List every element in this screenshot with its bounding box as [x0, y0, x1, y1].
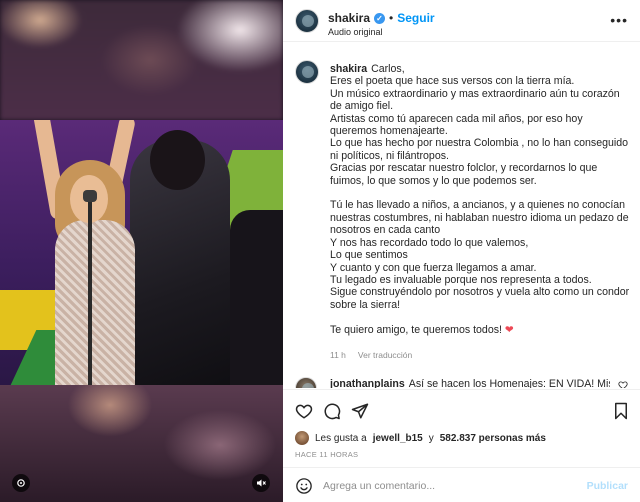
caption-meta: 11 h Ver traducción: [330, 350, 412, 360]
caption-time: 11 h: [330, 350, 346, 360]
avatar[interactable]: [295, 431, 309, 445]
more-options-icon[interactable]: •••: [610, 12, 628, 28]
avatar[interactable]: [295, 377, 317, 388]
comment-item: jonathanplains Así se hacen los Homenajes…: [330, 378, 610, 388]
caption-spacer: [330, 187, 630, 199]
media-blur-bottom: [0, 385, 283, 502]
follow-button[interactable]: Seguir: [397, 11, 434, 25]
comment-icon[interactable]: [323, 402, 341, 420]
caption-line: Tu legado es invaluable porque nos repre…: [330, 273, 592, 286]
mute-button[interactable]: [252, 474, 270, 492]
post-header: shakira ✓ • Seguir Audio original •••: [283, 0, 640, 42]
speaker-muted-icon: [257, 479, 266, 487]
play-icon: [17, 479, 25, 487]
bookmark-icon[interactable]: [612, 402, 630, 420]
liker-username[interactable]: jewell_b15: [373, 433, 423, 444]
see-translation-link[interactable]: Ver traducción: [358, 350, 412, 360]
likes-summary: Les gusta a jewell_b15 y 582.837 persona…: [295, 431, 546, 445]
separator-dot: •: [389, 11, 394, 25]
publish-button[interactable]: Publicar: [587, 480, 628, 492]
post-caption: shakira Carlos, Eres el poeta que hace su…: [330, 63, 630, 336]
caption-text: Te quiero amigo, te queremos todos!: [330, 323, 502, 336]
avatar[interactable]: [295, 60, 319, 84]
caption-line: Lo que sentimos: [330, 249, 408, 262]
caption-line-last: Te quiero amigo, te queremos todos! ❤: [330, 324, 630, 336]
comments-section[interactable]: shakira Carlos, Eres el poeta que hace su…: [283, 43, 640, 388]
person-figure: [150, 130, 205, 190]
caption-line: Sigue construyéndolo por nosotros y vuel…: [330, 286, 633, 311]
action-bar: [283, 389, 640, 431]
likes-prefix: Les gusta a: [315, 432, 367, 444]
video-frame[interactable]: [0, 120, 283, 385]
audio-link[interactable]: Audio original: [328, 27, 383, 37]
caption-line: Y cuanto y con que fuerza llegamos a ama…: [330, 261, 537, 274]
post-timestamp: HACE 11 HORAS: [295, 450, 359, 459]
heart-emoji-icon: ❤: [504, 323, 514, 336]
comment-composer: Publicar: [283, 467, 640, 502]
play-button[interactable]: [12, 474, 30, 492]
comment-username[interactable]: jonathanplains: [330, 378, 405, 388]
comment-text: Así se hacen los Homenajes: EN VIDA! Mis…: [408, 378, 610, 388]
header-user-row: shakira ✓ • Seguir: [328, 11, 435, 25]
emoji-icon[interactable]: [295, 477, 313, 495]
comment-input[interactable]: [323, 476, 573, 496]
caption-line-0: shakira Carlos,: [330, 63, 630, 75]
post-media[interactable]: [0, 0, 283, 502]
person-figure: [55, 220, 135, 385]
caption-text: Carlos,: [371, 63, 405, 75]
share-icon[interactable]: [351, 402, 369, 420]
caption-line: Y nos has recordado todo lo que valemos,: [330, 236, 529, 249]
caption-spacer: [330, 311, 630, 323]
media-blur-top: [0, 0, 283, 120]
caption-line: Gracias por rescatar nuestro folclor, y …: [330, 162, 601, 187]
microphone-stand: [88, 195, 92, 385]
likes-connector: y: [428, 432, 434, 444]
caption-line: Artistas como tú aparecen cada mil años,…: [330, 112, 586, 138]
avatar[interactable]: [295, 9, 319, 33]
verified-icon: ✓: [374, 12, 386, 24]
caption-line: Eres el poeta que hace sus versos con la…: [330, 75, 575, 88]
microphone: [83, 190, 97, 202]
comment-like-icon[interactable]: [618, 380, 628, 388]
heart-icon[interactable]: [295, 402, 313, 420]
caption-line: Lo que has hecho por nuestra Colombia , …: [330, 137, 631, 162]
caption-line: Tú le has llevado a niños, a ancianos, y…: [330, 199, 632, 237]
likes-count[interactable]: 582.837 personas más: [440, 433, 546, 444]
person-figure: [230, 210, 283, 385]
username[interactable]: shakira: [328, 11, 370, 25]
caption-username[interactable]: shakira: [330, 63, 367, 75]
post-panel: shakira ✓ • Seguir Audio original ••• sh…: [283, 0, 640, 502]
caption-line: Un músico extraordinario y mas extraordi…: [330, 87, 623, 113]
